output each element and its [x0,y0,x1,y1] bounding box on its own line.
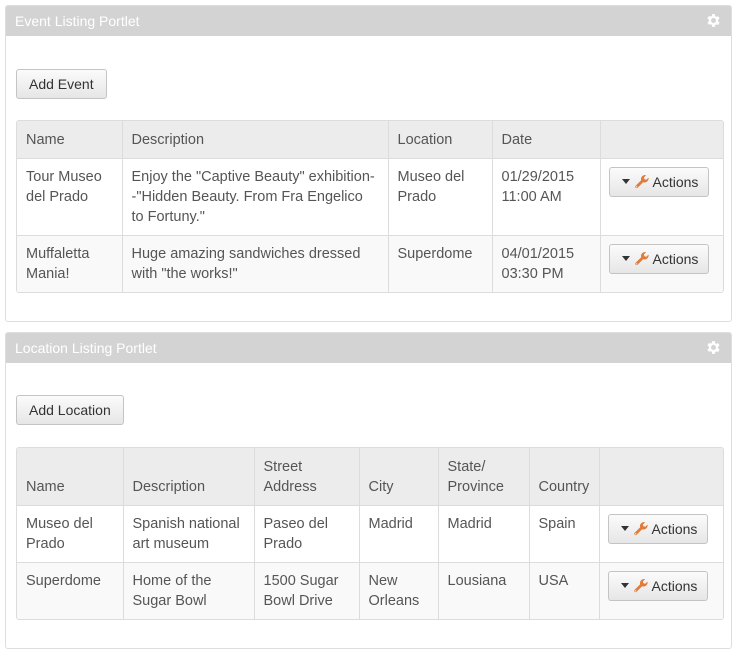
location-actions-cell: Actions [598,504,723,562]
column-header-name: Name [17,448,123,506]
actions-label: Actions [652,250,699,267]
column-header-country: Country [528,448,599,506]
location-portlet-header: Location Listing Portlet [6,333,731,363]
column-header-actions [598,448,723,506]
wrench-icon [634,174,649,188]
event-date: 01/29/2015 11:00 AM [491,157,600,235]
location-street: Paseo del Prado [253,504,359,562]
location-city: New Orleans [358,561,438,619]
location-actions-cell: Actions [598,561,723,619]
location-name: Museo del Prado [17,504,123,562]
add-event-button[interactable]: Add Event [16,69,107,99]
column-header-name: Name [17,121,122,159]
actions-label: Actions [651,577,698,594]
table-row: Superdome Home of the Sugar Bowl 1500 Su… [17,561,723,619]
event-location: Museo del Prado [387,157,492,235]
location-table: Name Description Street Address City Sta… [16,447,724,620]
caret-down-icon [620,583,629,588]
table-row: Muffaletta Mania! Huge amazing sandwiche… [17,234,723,292]
location-name: Superdome [17,561,123,619]
wrench-icon [634,251,649,265]
gear-icon[interactable] [705,339,722,356]
event-listing-portlet: Event Listing Portlet Add Event Name Des… [5,5,732,322]
event-location: Superdome [387,234,492,292]
table-row: Museo del Prado Spanish national art mus… [17,504,723,562]
caret-down-icon [621,256,630,261]
actions-button[interactable]: Actions [607,570,709,601]
add-location-button[interactable]: Add Location [16,395,124,425]
event-date: 04/01/2015 03:30 PM [491,234,600,292]
wrench-icon [633,521,648,535]
event-portlet-title: Event Listing Portlet [15,13,140,29]
column-header-state-province: State/ Province [437,448,529,506]
wrench-icon [633,578,648,592]
actions-label: Actions [652,173,699,190]
event-actions-cell: Actions [599,234,723,292]
location-city: Madrid [358,504,438,562]
location-country: Spain [528,504,599,562]
location-street: 1500 Sugar Bowl Drive [253,561,359,619]
event-table: Name Description Location Date Tour Muse… [16,120,724,293]
gear-icon[interactable] [705,12,722,29]
location-state: Lousiana [437,561,529,619]
location-description: Home of the Sugar Bowl [122,561,254,619]
actions-button[interactable]: Actions [607,513,709,544]
column-header-street-address: Street Address [253,448,359,506]
column-header-location: Location [387,121,492,159]
table-row: Tour Museo del Prado Enjoy the "Captive … [17,157,723,235]
caret-down-icon [620,526,629,531]
location-description: Spanish national art museum [122,504,254,562]
actions-button[interactable]: Actions [608,166,710,197]
location-state: Madrid [437,504,529,562]
caret-down-icon [621,179,630,184]
column-header-description: Description [122,448,254,506]
event-name: Tour Museo del Prado [17,157,122,235]
event-name: Muffaletta Mania! [17,234,122,292]
column-header-city: City [358,448,438,506]
location-portlet-title: Location Listing Portlet [15,340,157,356]
location-listing-portlet: Location Listing Portlet Add Location Na… [5,332,732,649]
event-description: Huge amazing sandwiches dressed with "th… [121,234,388,292]
event-portlet-header: Event Listing Portlet [6,6,731,36]
actions-label: Actions [651,520,698,537]
event-description: Enjoy the "Captive Beauty" exhibition--"… [121,157,388,235]
column-header-description: Description [121,121,388,159]
event-actions-cell: Actions [599,157,723,235]
column-header-actions [599,121,723,159]
actions-button[interactable]: Actions [608,243,710,274]
column-header-date: Date [491,121,600,159]
location-country: USA [528,561,599,619]
